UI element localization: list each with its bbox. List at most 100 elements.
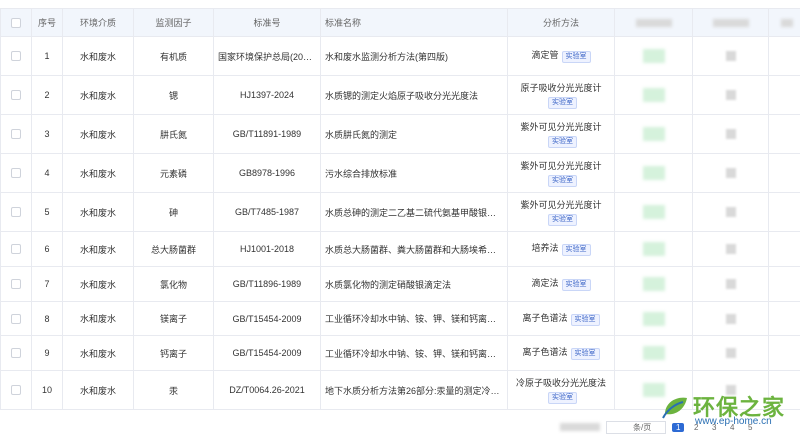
cell-std-name: 污水综合排放标准 xyxy=(320,153,508,193)
col-header-method[interactable]: 分析方法 xyxy=(507,8,615,37)
cell-no: 3 xyxy=(31,114,63,154)
cell-medium: 水和废水 xyxy=(62,75,134,115)
col-header-no[interactable]: 序号 xyxy=(31,8,63,37)
cell-redacted-1 xyxy=(614,153,693,193)
cell-redacted-1 xyxy=(614,266,693,302)
cell-no: 8 xyxy=(31,301,63,336)
cell-std-no: GB/T15454-2009 xyxy=(213,301,321,336)
cell-medium: 水和废水 xyxy=(62,335,134,371)
cell-medium: 水和废水 xyxy=(62,36,134,76)
row-checkbox[interactable] xyxy=(0,370,32,410)
table-row[interactable]: 7 水和废水 氯化物 GB/T11896-1989 水质氯化物的测定硝酸银滴定法 滴定法实… xyxy=(0,266,800,302)
cell-method: 滴定法 实验室 xyxy=(507,266,615,302)
cell-redacted-1 xyxy=(614,114,693,154)
cell-medium: 水和废水 xyxy=(62,231,134,267)
cell-no: 4 xyxy=(31,153,63,193)
cell-redacted-2 xyxy=(692,75,769,115)
table-row[interactable]: 2 水和废水锶 HJ1397-2024 水质锶的测定火焰原子吸收分光光度法 原子吸收分光… xyxy=(0,75,800,115)
row-checkbox[interactable] xyxy=(0,231,32,267)
cell-redacted-2 xyxy=(692,153,769,193)
col-header-redacted-1[interactable] xyxy=(614,8,693,37)
cell-medium: 水和废水 xyxy=(62,153,134,193)
cell-method: 滴定管 实验室 xyxy=(507,36,615,76)
lab-tag: 实验室 xyxy=(570,313,600,326)
col-header-std-name[interactable]: 标准名称 xyxy=(320,8,508,37)
lab-tag: 实验室 xyxy=(548,174,577,187)
table-row[interactable]: 3 水和废水 肼氏氮 GB/T11891-1989 水质肼氏氮的测定 紫外可见分光光度计实… xyxy=(0,114,800,154)
cell-method: 冷原子吸收分光光度法 实验室 xyxy=(507,370,615,410)
cell-redacted-1 xyxy=(614,36,693,76)
row-checkbox[interactable] xyxy=(0,335,32,371)
cell-method: 紫外可见分光光度计 实验室 xyxy=(507,114,615,154)
cell-redacted-3 xyxy=(768,301,800,336)
cell-std-no: GB/T11891-1989 xyxy=(213,114,321,154)
watermark: 环保之家 www.ep-home.cn xyxy=(655,388,795,432)
cell-method: 离子色谱法 实验室 xyxy=(507,301,615,336)
method-text: 紫外可见分光光度计 xyxy=(520,160,602,171)
lab-tag: 实验室 xyxy=(548,391,577,404)
cell-medium: 水和废水 xyxy=(62,114,134,154)
cell-std-no: HJ1001-2018 xyxy=(213,231,321,267)
row-checkbox[interactable] xyxy=(0,75,32,115)
cell-no: 5 xyxy=(31,192,63,232)
cell-redacted-2 xyxy=(692,231,769,267)
lab-tag: 实验室 xyxy=(561,244,591,256)
cell-redacted-3 xyxy=(768,114,800,154)
cell-method: 原子吸收分光光度计 实验室 xyxy=(507,75,615,115)
cell-no: 9 xyxy=(31,335,63,371)
cell-std-name: 水质锶的测定火焰原子吸收分光光度法 xyxy=(320,75,508,115)
table-row[interactable]: 4 水和废水 元素磷 GB8978-1996 污水综合排放标准 紫外可见分光光度计 实验室 xyxy=(0,153,800,193)
select-all-checkbox[interactable] xyxy=(0,8,32,37)
lab-tag: 实验室 xyxy=(548,96,577,109)
col-header-medium[interactable]: 环境介质 xyxy=(62,8,134,37)
cell-redacted-3 xyxy=(768,75,800,115)
col-header-factor[interactable]: 监测因子 xyxy=(133,8,214,37)
cell-no: 6 xyxy=(31,231,63,267)
cell-no: 1 xyxy=(31,36,63,76)
table-row[interactable]: 1 水和废水 有机质 国家环境保护总局(200… 水和废水监测分析方法(第四版) 滴定管实… xyxy=(0,36,800,76)
row-checkbox[interactable] xyxy=(0,266,32,302)
col-header-std-no[interactable]: 标准号 xyxy=(213,8,321,37)
method-text: 培养法 xyxy=(531,243,559,253)
row-checkbox[interactable] xyxy=(0,301,32,336)
row-checkbox[interactable] xyxy=(0,114,32,154)
cell-medium: 水和废水 xyxy=(62,301,134,336)
cell-medium: 水和废水 xyxy=(62,192,134,232)
row-checkbox[interactable] xyxy=(0,192,32,232)
cell-redacted-2 xyxy=(692,114,769,154)
col-header-redacted-2[interactable] xyxy=(692,8,769,37)
lab-tag: 实验室 xyxy=(548,213,577,226)
col-header-redacted-3[interactable] xyxy=(768,8,800,37)
table-row[interactable]: 8 水和废水 镁离子 GB/T15454-2009 工业循环冷却水中钠、铵、钾、镁和钙离… xyxy=(0,301,800,336)
table-row[interactable]: 6 水和废水 总大肠菌群 HJ1001-2018 水质总大肠菌群、粪大肠菌群和大肠埃希氏… xyxy=(0,231,800,267)
cell-redacted-3 xyxy=(768,36,800,76)
cell-factor: 镁离子 xyxy=(133,301,214,336)
row-checkbox[interactable] xyxy=(0,153,32,193)
cell-std-no: GB8978-1996 xyxy=(213,153,321,193)
cell-no: 2 xyxy=(31,75,63,115)
method-text: 离子色谱法 xyxy=(522,312,568,323)
cell-redacted-1 xyxy=(614,231,693,267)
method-text: 紫外可见分光光度计 xyxy=(520,121,602,132)
cell-std-name: 水和废水监测分析方法(第四版) xyxy=(320,36,508,76)
cell-factor: 总大肠菌群 xyxy=(133,231,214,267)
cell-std-name: 水质氯化物的测定硝酸银滴定法 xyxy=(320,266,508,302)
cell-std-name: 水质肼氏氮的测定 xyxy=(320,114,508,154)
cell-redacted-3 xyxy=(768,192,800,232)
cell-no: 7 xyxy=(31,266,63,302)
pagination-total-redacted xyxy=(560,423,600,431)
cell-std-name: 地下水质分析方法第26部分:汞量的测定冷原… xyxy=(320,370,508,410)
table-header-row: 序号 环境介质 监测因子 标准号 标准名称 分析方法 xyxy=(0,8,800,37)
cell-redacted-1 xyxy=(614,192,693,232)
cell-method: 离子色谱法 实验室 xyxy=(507,335,615,371)
cell-factor: 砷 xyxy=(133,192,214,232)
method-text: 冷原子吸收分光光度法 xyxy=(515,377,606,388)
cell-factor: 氯化物 xyxy=(133,266,214,302)
cell-method: 紫外可见分光光度计 实验室 xyxy=(507,153,615,193)
method-text: 离子色谱法 xyxy=(522,347,568,357)
row-checkbox[interactable] xyxy=(0,36,32,76)
cell-std-no: 国家环境保护总局(200… xyxy=(213,36,321,76)
table-row[interactable]: 9 水和废水 钙离子 GB/T15454-2009 工业循环冷却水中钠、铵、钾、镁和钙离… xyxy=(0,335,800,371)
cell-std-no: GB/T7485-1987 xyxy=(213,192,321,232)
table-row[interactable]: 5 水和废水砷 GB/T7485-1987 水质总砷的测定二乙基二硫代氨基甲酸银分光…… xyxy=(0,192,800,232)
